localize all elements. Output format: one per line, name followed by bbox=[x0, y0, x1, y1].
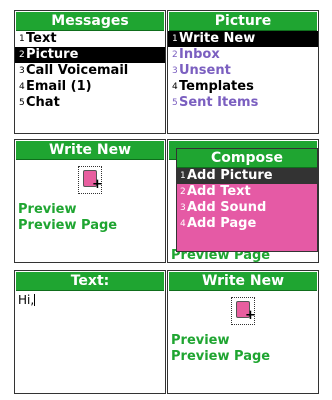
menu-item-picture[interactable]: 2Picture bbox=[15, 47, 165, 63]
menu-item-add-text[interactable]: 2Add Text bbox=[177, 184, 317, 200]
text-value: Hi, bbox=[18, 293, 35, 307]
menu-number: 5 bbox=[19, 98, 25, 108]
write-new-screen-2: Write New + Preview Preview Page bbox=[167, 270, 319, 394]
menu-number: 4 bbox=[19, 82, 25, 92]
text-input[interactable]: Hi, bbox=[15, 291, 165, 307]
compose-popup: Compose 1Add Picture 2Add Text 3Add Soun… bbox=[176, 148, 318, 252]
menu-number: 1 bbox=[172, 34, 178, 44]
menu-number: 2 bbox=[19, 50, 25, 60]
text-title: Text: bbox=[16, 272, 164, 291]
menu-label: Templates bbox=[179, 79, 254, 94]
menu-label: Chat bbox=[26, 95, 60, 110]
picture-page-slot-2[interactable]: + bbox=[231, 297, 256, 325]
menu-item-write-new[interactable]: 1Write New bbox=[168, 31, 318, 47]
menu-label: Add Sound bbox=[187, 200, 267, 215]
menu-number: 1 bbox=[19, 34, 25, 44]
menu-item-inbox[interactable]: 2Inbox bbox=[172, 47, 318, 63]
picture-title: Picture bbox=[169, 12, 317, 31]
menu-item-templates[interactable]: 4Templates bbox=[172, 79, 318, 95]
menu-item-add-sound[interactable]: 3Add Sound bbox=[177, 200, 317, 216]
compose-screen: Preview Page Compose 1Add Picture 2Add T… bbox=[167, 139, 319, 263]
write-new-screen: Write New + Preview Preview Page bbox=[14, 139, 166, 263]
menu-label: Call Voicemail bbox=[26, 63, 129, 78]
write-new-title: Write New bbox=[16, 141, 164, 160]
menu-label: Text bbox=[26, 31, 57, 46]
menu-number: 3 bbox=[172, 66, 178, 76]
menu-number: 2 bbox=[172, 50, 178, 60]
menu-item-unsent[interactable]: 3Unsent bbox=[172, 63, 318, 79]
menu-item-add-picture[interactable]: 1Add Picture bbox=[177, 168, 317, 184]
menu-item-add-page[interactable]: 4Add Page bbox=[177, 216, 317, 232]
menu-label: Write New bbox=[179, 31, 256, 46]
menu-item-call-voicemail[interactable]: 3Call Voicemail bbox=[19, 63, 165, 79]
menu-label: Add Text bbox=[187, 184, 251, 199]
plus-icon: + bbox=[245, 308, 256, 323]
menu-label: Add Picture bbox=[187, 168, 273, 183]
menu-label: Add Page bbox=[187, 216, 257, 231]
messages-title: Messages bbox=[16, 12, 164, 31]
preview-link-2[interactable]: Preview bbox=[171, 333, 318, 349]
preview-page-link-2[interactable]: Preview Page bbox=[171, 349, 318, 365]
menu-item-email[interactable]: 4Email (1) bbox=[19, 79, 165, 95]
menu-number: 2 bbox=[180, 187, 186, 197]
menu-item-sent-items[interactable]: 5Sent Items bbox=[172, 95, 318, 111]
picture-page-slot[interactable]: + bbox=[78, 166, 103, 194]
menu-number: 3 bbox=[19, 66, 25, 76]
preview-page-link[interactable]: Preview Page bbox=[18, 218, 165, 234]
write-new-title-2: Write New bbox=[169, 272, 317, 291]
menu-item-chat[interactable]: 5Chat bbox=[19, 95, 165, 111]
menu-label: Unsent bbox=[179, 63, 231, 78]
compose-title: Compose bbox=[177, 149, 317, 168]
preview-link[interactable]: Preview bbox=[18, 202, 165, 218]
menu-label: Email (1) bbox=[26, 79, 92, 94]
menu-number: 3 bbox=[180, 203, 186, 213]
menu-number: 4 bbox=[180, 219, 186, 229]
text-caret bbox=[34, 294, 36, 306]
menu-label: Inbox bbox=[179, 47, 220, 62]
menu-number: 5 bbox=[172, 98, 178, 108]
messages-screen: Messages 1Text 2Picture 3Call Voicemail … bbox=[14, 10, 166, 134]
text-screen: Text: Hi, bbox=[14, 270, 166, 394]
menu-number: 1 bbox=[180, 171, 186, 181]
menu-number: 4 bbox=[172, 82, 178, 92]
picture-screen: Picture 1Write New 2Inbox 3Unsent 4Templ… bbox=[167, 10, 319, 134]
plus-icon: + bbox=[92, 177, 103, 192]
menu-label: Picture bbox=[26, 47, 79, 62]
menu-item-text[interactable]: 1Text bbox=[19, 31, 165, 47]
menu-label: Sent Items bbox=[179, 95, 259, 110]
